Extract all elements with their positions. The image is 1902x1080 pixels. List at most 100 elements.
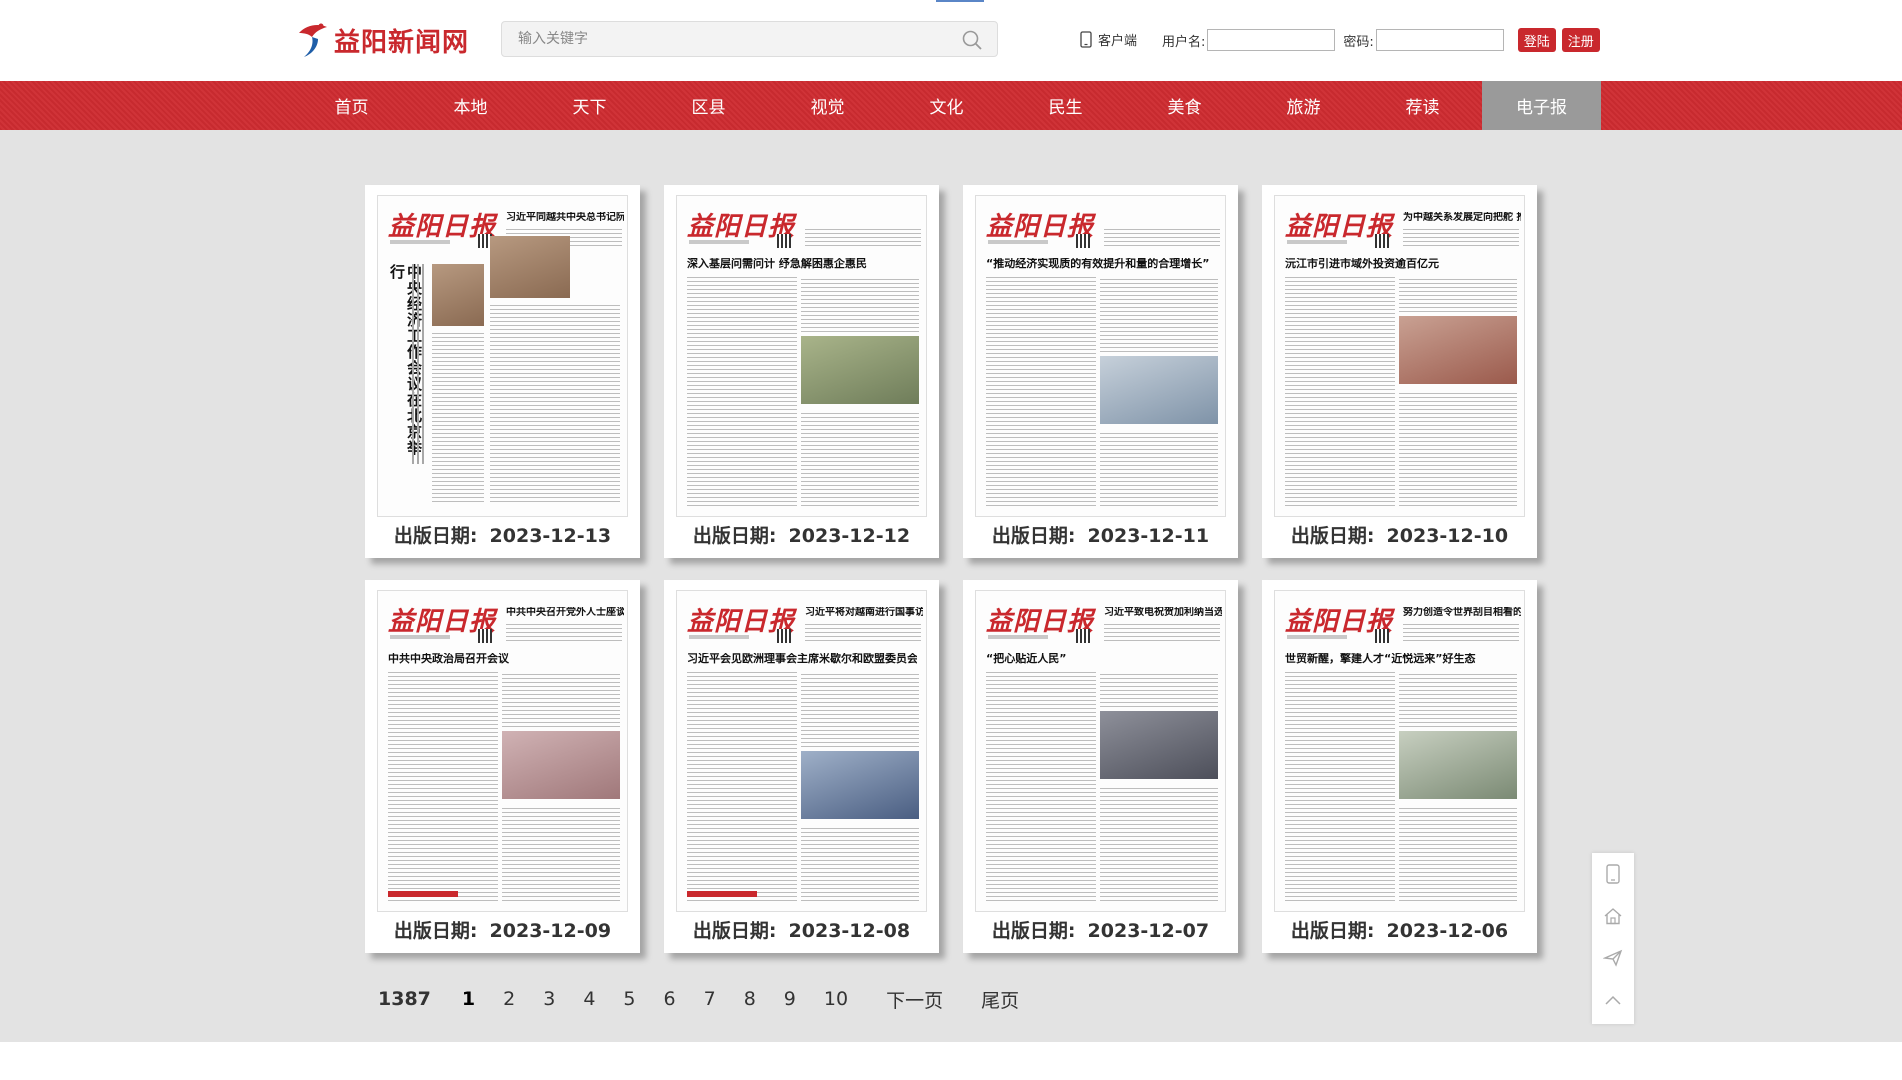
paper-text-block [1285,671,1395,901]
logo-text: 益阳新闻网 [334,27,470,58]
nav-item-livelihood[interactable]: 民生 [1006,81,1125,130]
masthead-subline [689,240,749,244]
page-link-7[interactable]: 7 [704,988,716,1010]
publish-date-value: 2023-12-08 [788,920,911,942]
epaper-card[interactable]: 益阳日报为中越关系发展定向把舵 推动亚太共同发展繁荣沅江市引进市域外投资逾百亿元… [1262,185,1537,558]
nav-item-counties[interactable]: 区县 [649,81,768,130]
side-tool-mobile[interactable] [1592,853,1634,895]
paper-photo [1399,731,1517,799]
side-tool-share[interactable] [1592,937,1634,979]
page-link-8[interactable]: 8 [744,988,756,1010]
paper-top-headline: 中共中央召开党外人士座谈会 [506,607,624,618]
publish-date-value: 2023-12-06 [1386,920,1509,942]
paper-text-block [1399,390,1517,506]
paper-photo [801,336,919,404]
search-box [501,21,998,57]
client-app-link[interactable]: 客户端 [1080,28,1137,50]
phone-icon [1080,30,1092,48]
mobile-icon [1606,864,1620,884]
nav-item-home[interactable]: 首页 [292,81,411,130]
login-button[interactable]: 登陆 [1517,28,1556,52]
paper-photo [490,236,570,298]
password-field[interactable] [1375,29,1504,51]
epaper-card[interactable]: 益阳日报习近平同越共中央总书记阮富仲举行会谈中央经济工作会议在北京举行出版日期:… [365,185,640,558]
page-link-10[interactable]: 10 [824,988,848,1010]
epaper-thumbnail: 益阳日报习近平致电祝贺加利纳当选连任马达加斯加总统“把心贴近人民” [975,590,1226,912]
epaper-card[interactable]: 益阳日报努力创造令世界刮目相看的新奇迹世贸新醒，擎建人才“近悦远来”好生态出版日… [1262,580,1537,953]
paper-text-block [1104,228,1220,246]
publish-date-label: 出版日期: [692,525,777,547]
next-page-link[interactable]: 下一页 [886,986,943,1013]
nav-item-recommended[interactable]: 荐读 [1363,81,1482,130]
paper-top-headline: 习近平同越共中央总书记阮富仲举行会谈 [506,212,624,223]
paper-text-block [506,623,622,641]
epaper-card[interactable]: 益阳日报习近平将对越南进行国事访问习近平会见欧洲理事会主席米歇尔和欧盟委员会主席… [664,580,939,953]
side-tool-home[interactable] [1592,895,1634,937]
password-label: 密码: [1343,34,1374,50]
paper-main-headline: 世贸新醒，擎建人才“近悦远来”好生态 [1285,653,1476,665]
page-link-6[interactable]: 6 [664,988,676,1010]
side-tool-back-to-top[interactable] [1592,979,1634,1021]
paper-red-banner [388,891,458,897]
paper-main-headline: 习近平会见欧洲理事会主席米歇尔和欧盟委员会主席冯德莱恩 [687,653,917,665]
paper-text-block [1104,623,1220,641]
paper-text-block [805,623,921,641]
side-toolbar [1592,853,1634,1024]
publish-date-value: 2023-12-12 [788,525,911,547]
page-link-9[interactable]: 9 [784,988,796,1010]
epaper-card[interactable]: 益阳日报 深入基层问需问计 纾急解困惠企惠民 出版日期: 2023-12-12 [664,185,939,558]
nav-item-visual[interactable]: 视觉 [768,81,887,130]
page-link-5[interactable]: 5 [623,988,635,1010]
arrow-up-icon [1605,995,1621,1005]
publish-date-label: 出版日期: [991,920,1076,942]
search-input[interactable] [502,22,942,56]
epaper-thumbnail: 益阳日报习近平将对越南进行国事访问习近平会见欧洲理事会主席米歇尔和欧盟委员会主席… [676,590,927,912]
page-link-2[interactable]: 2 [503,988,515,1010]
epaper-thumbnail: 益阳日报 中共中央召开党外人士座谈会 中共中央政治局召开会议 [377,590,628,912]
masthead-subline [689,635,749,639]
username-field[interactable] [1207,29,1336,51]
login-form: 用户名: 密码: 登陆 注册 [1162,28,1600,52]
pagination-total: 1387 [378,988,431,1010]
publish-date-value: 2023-12-07 [1087,920,1210,942]
nav-item-culture[interactable]: 文化 [887,81,1006,130]
qr-code-icon [478,629,492,643]
nav-item-food[interactable]: 美食 [1125,81,1244,130]
publish-date-row: 出版日期: 2023-12-08 [664,916,939,943]
publish-date-label: 出版日期: [991,525,1076,547]
paper-text-block [412,264,426,464]
page-link-1[interactable]: 1 [462,988,475,1010]
nav-item-travel[interactable]: 旅游 [1244,81,1363,130]
paper-text-block [1403,228,1519,246]
qr-code-icon [777,234,791,248]
publish-date-label: 出版日期: [393,525,478,547]
nav-item-epaper[interactable]: 电子报 [1482,81,1601,130]
paper-photo [1100,356,1218,424]
paper-text-block [801,276,919,332]
nav-item-local[interactable]: 本地 [411,81,530,130]
search-icon[interactable] [961,29,983,51]
paper-text-block [1285,276,1395,506]
paper-text-block [1399,276,1517,312]
epaper-thumbnail: 益阳日报习近平同越共中央总书记阮富仲举行会谈中央经济工作会议在北京举行 [377,195,628,517]
page-link-4[interactable]: 4 [583,988,595,1010]
epaper-card[interactable]: 益阳日报 中共中央召开党外人士座谈会 中共中央政治局召开会议 出版日期: 2023-12… [365,580,640,953]
publish-date-value: 2023-12-09 [489,920,612,942]
paper-photo [432,264,484,326]
nav-item-world[interactable]: 天下 [530,81,649,130]
paper-photo [502,731,620,799]
publish-date-label: 出版日期: [1290,525,1375,547]
epaper-card[interactable]: 益阳日报 “推动经济实现质的有效提升和量的合理增长” 出版日期: 2023-12-11 [963,185,1238,558]
last-page-link[interactable]: 尾页 [981,986,1019,1013]
qr-code-icon [777,629,791,643]
epaper-card[interactable]: 益阳日报习近平致电祝贺加利纳当选连任马达加斯加总统“把心贴近人民” 出版日期: 20… [963,580,1238,953]
site-logo[interactable]: 益阳新闻网 [296,20,469,60]
register-button[interactable]: 注册 [1561,28,1600,52]
masthead-subline [1287,635,1347,639]
masthead-subline [390,240,450,244]
qr-code-icon [1076,234,1090,248]
paper-text-block [1399,805,1517,901]
page-link-3[interactable]: 3 [543,988,555,1010]
publish-date-value: 2023-12-13 [489,525,612,547]
qr-code-icon [1375,234,1389,248]
